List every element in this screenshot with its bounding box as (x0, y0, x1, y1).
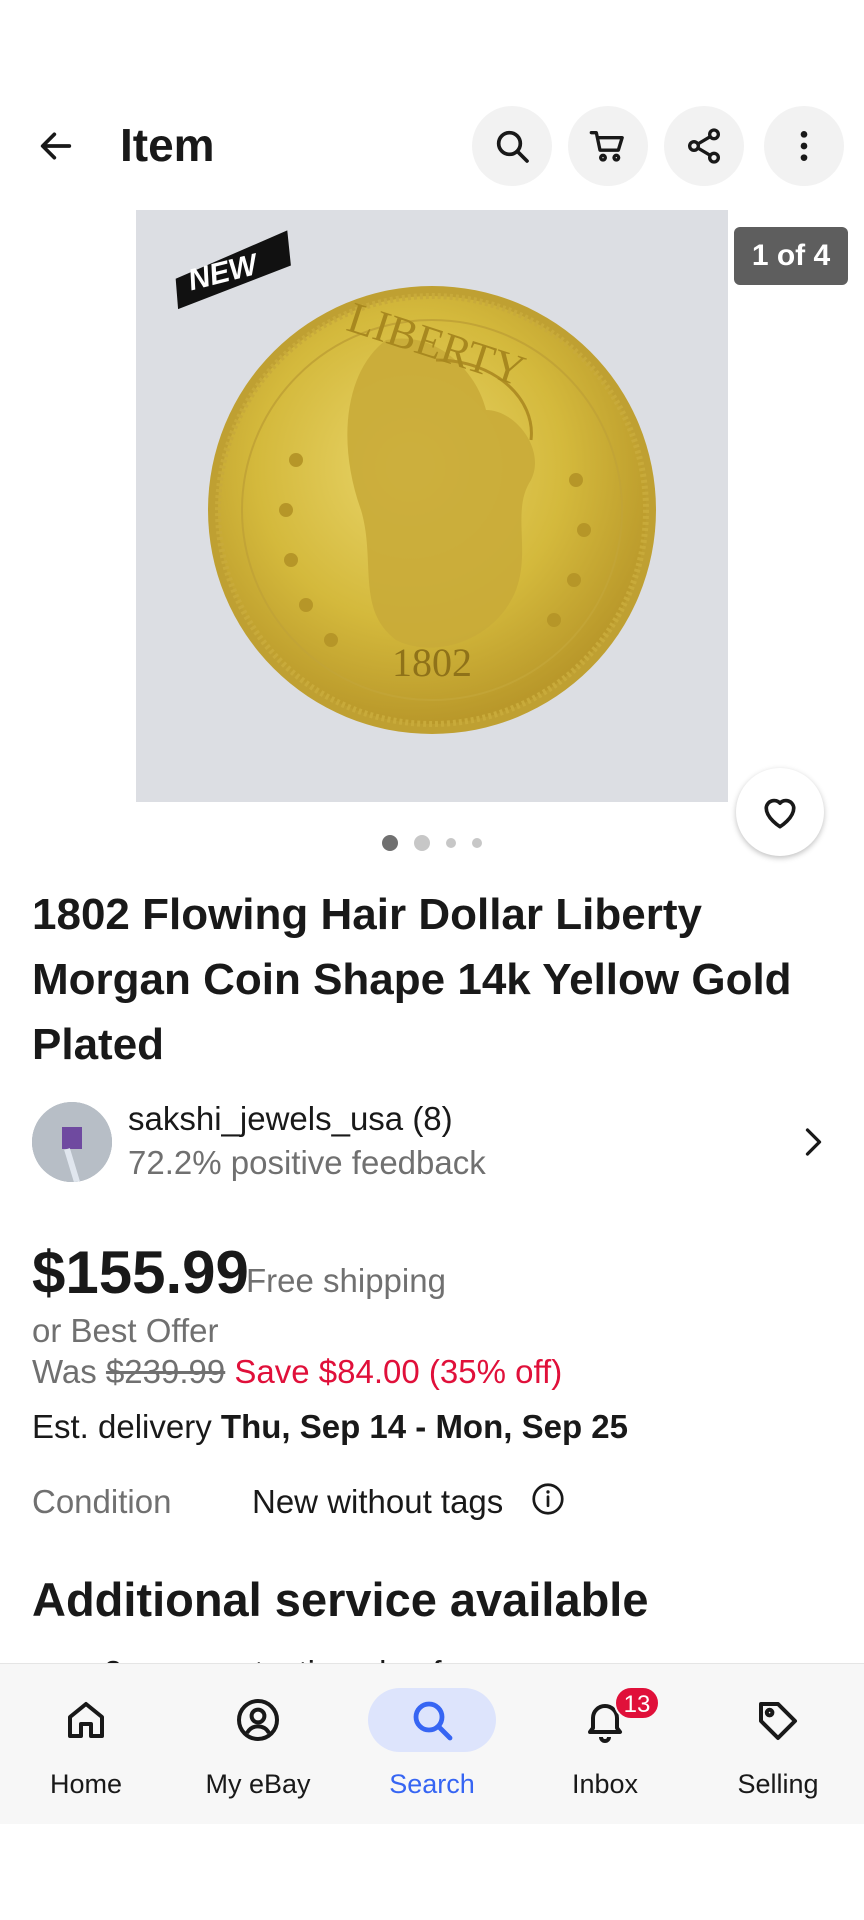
nav-inbox[interactable]: 13 Inbox (519, 1664, 691, 1825)
coin-year-text: 1802 (392, 640, 472, 685)
home-icon (68, 1702, 104, 1738)
nav-label-my-ebay: My eBay (205, 1769, 311, 1799)
share-icon (688, 128, 720, 164)
item-image[interactable]: LIBERTY 1802 NEW (136, 210, 728, 802)
condition-value: New without tags (252, 1483, 504, 1520)
avatar-image (32, 1102, 112, 1182)
seller-name[interactable]: sakshi_jewels_usa (8) (128, 1098, 453, 1140)
shipping-info: Free shipping (246, 1262, 446, 1299)
nav-label-home: Home (49, 1769, 123, 1799)
nav-home[interactable]: Home (0, 1664, 172, 1825)
heart-icon (764, 798, 796, 829)
info-icon (532, 1483, 564, 1515)
was-price-line: Was $239.99 Save $84.00 (35% off) (32, 1351, 562, 1393)
pagination-dot[interactable] (472, 838, 482, 848)
back-button[interactable] (24, 118, 88, 174)
more-vertical-icon (800, 131, 808, 161)
nav-label-search: Search (389, 1769, 475, 1799)
seller-feedback: 72.2% positive feedback (128, 1144, 486, 1181)
estimated-delivery: Est. delivery Thu, Sep 14 - Mon, Sep 25 (32, 1406, 628, 1448)
pagination-dot[interactable] (446, 838, 456, 848)
delivery-dates: Thu, Sep 14 - Mon, Sep 25 (220, 1408, 628, 1445)
page-title: Item (120, 119, 215, 171)
condition-info-button[interactable] (530, 1481, 566, 1517)
user-circle-icon (237, 1699, 279, 1741)
pagination-dot[interactable] (382, 835, 398, 851)
item-title: 1802 Flowing Hair Dollar Liberty Morgan … (32, 890, 792, 1069)
search-button[interactable] (472, 106, 552, 186)
was-price: $239.99 (105, 1353, 226, 1390)
nav-label-inbox: Inbox (571, 1769, 639, 1799)
delivery-label: Est. delivery (32, 1408, 212, 1445)
nav-label-selling: Selling (737, 1769, 819, 1799)
inbox-badge: 13 (614, 1686, 660, 1720)
search-icon (496, 130, 529, 163)
share-button[interactable] (664, 106, 744, 186)
image-counter: 1 of 4 (734, 227, 848, 285)
search-icon (413, 1701, 453, 1741)
item-price: $155.99 (32, 1239, 249, 1306)
pagination-dot[interactable] (414, 835, 430, 851)
cart-button[interactable] (568, 106, 648, 186)
tag-icon (759, 1702, 797, 1740)
cart-icon (589, 131, 624, 162)
condition-label: Condition (32, 1483, 172, 1520)
system-nav-area (0, 1824, 864, 1920)
nav-search[interactable]: Search (346, 1664, 518, 1825)
was-label: Was (32, 1353, 97, 1390)
more-options-button[interactable] (764, 106, 844, 186)
additional-service-heading: Additional service available (32, 1573, 649, 1626)
bottom-navigation: Home My eBay Search 13 Inbox Selling (0, 1663, 864, 1825)
nav-selling[interactable]: Selling (692, 1664, 864, 1825)
nav-my-ebay[interactable]: My eBay (172, 1664, 344, 1825)
coin-image: LIBERTY 1802 NEW (136, 210, 728, 802)
image-pagination-dots (0, 833, 864, 853)
chevron-right-icon (805, 1128, 822, 1156)
savings-text: Save $84.00 (35% off) (234, 1353, 563, 1390)
seller-avatar[interactable] (32, 1102, 112, 1182)
seller-details-button[interactable] (784, 1116, 840, 1168)
best-offer-text: or Best Offer (32, 1312, 219, 1349)
back-arrow-icon (40, 132, 72, 160)
